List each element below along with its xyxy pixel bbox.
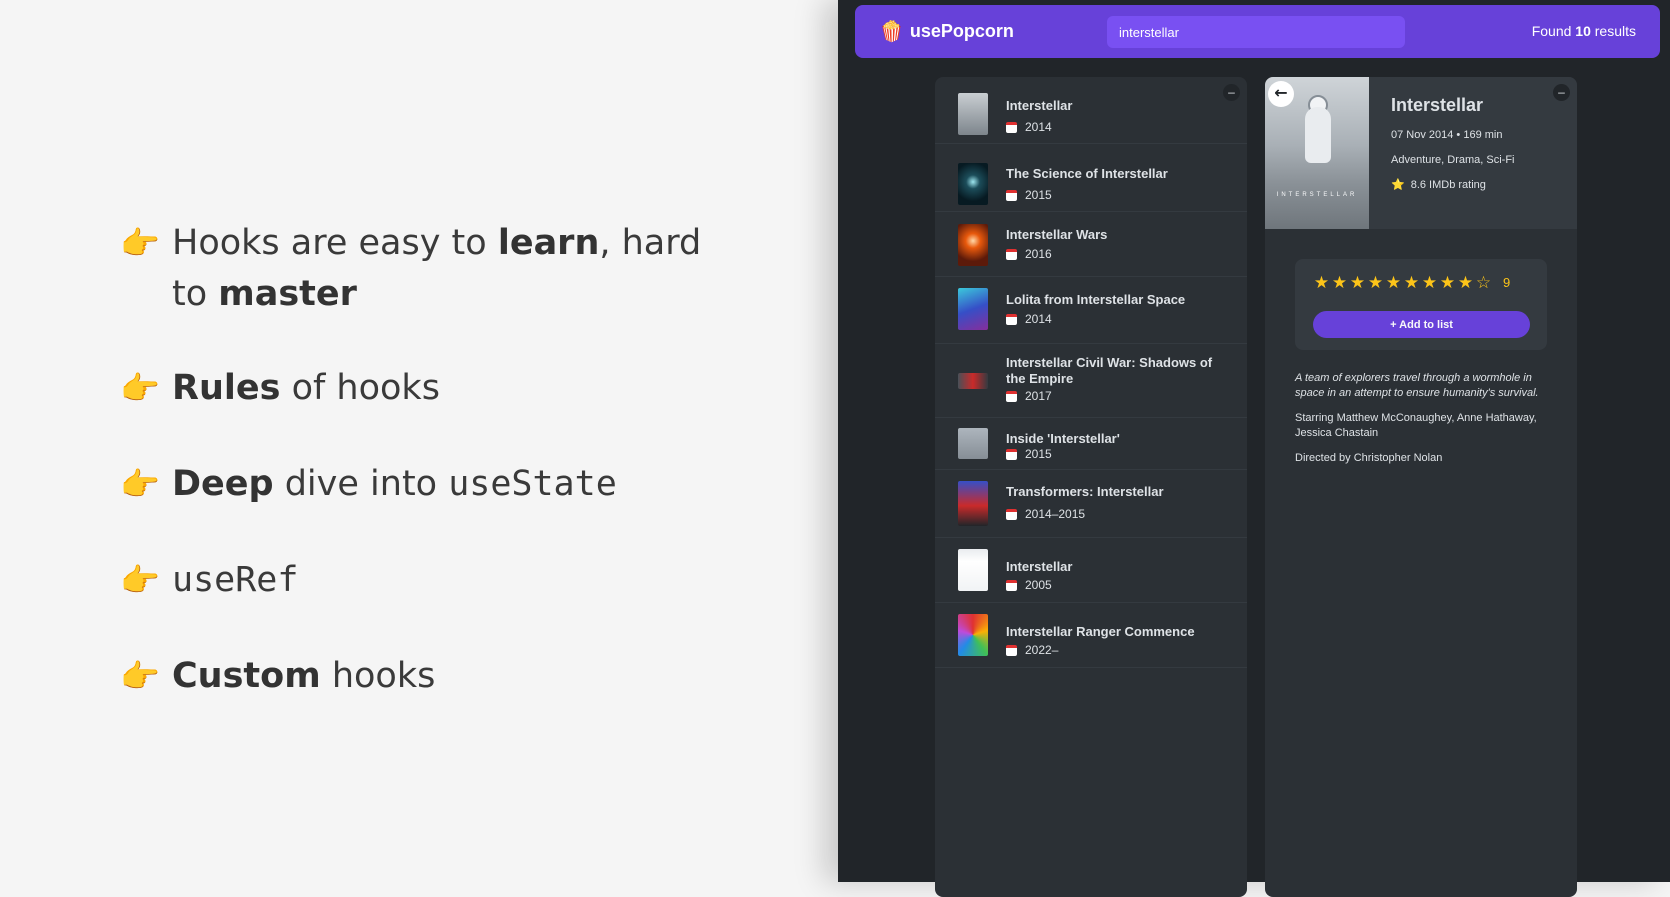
calendar-icon: [1006, 644, 1017, 656]
list-item[interactable]: Inside 'Interstellar' 2015: [935, 418, 1247, 470]
back-arrow-button[interactable]: ←: [1268, 81, 1294, 107]
star-filled-icon[interactable]: ★: [1421, 273, 1438, 293]
search-input[interactable]: [1107, 16, 1405, 48]
star-filled-icon[interactable]: ★: [1457, 273, 1474, 293]
calendar-icon: [1006, 448, 1017, 460]
list-item[interactable]: Interstellar Civil War: Shadows of the E…: [935, 344, 1247, 418]
movie-poster: [958, 614, 988, 656]
popcorn-icon: 🍿: [879, 21, 904, 43]
star-filled-icon[interactable]: ★: [1385, 273, 1402, 293]
details-header: INTERSTELLAR ← Interstellar 07 Nov 2014 …: [1265, 77, 1577, 229]
list-item[interactable]: Interstellar Ranger Commence 2022–: [935, 603, 1247, 668]
list-item[interactable]: Lolita from Interstellar Space 2014: [935, 277, 1247, 344]
usepopcorn-app: 🍿 usePopcorn Found 10 results – Interste…: [838, 0, 1670, 897]
imdb-rating: ⭐ 8.6 IMDb rating: [1391, 179, 1486, 191]
list-item[interactable]: Interstellar 2014: [935, 77, 1247, 144]
list-item[interactable]: Interstellar Wars 2016: [935, 212, 1247, 277]
bullet-useref: 👉 useRef: [120, 555, 298, 606]
pointing-hand-icon: 👉: [120, 657, 160, 695]
rating-box: ★ ★ ★ ★ ★ ★ ★ ★ ★ ☆ 9 + Add to list: [1295, 259, 1547, 350]
rating-value: 9: [1503, 275, 1511, 290]
bullet-hooks-easy: 👉 Hooks are easy to learn, hard to maste…: [120, 218, 732, 320]
genre: Adventure, Drama, Sci-Fi: [1391, 154, 1515, 166]
star-filled-icon[interactable]: ★: [1403, 273, 1420, 293]
pointing-hand-icon: 👉: [120, 224, 160, 262]
movie-title: Interstellar: [1391, 95, 1484, 115]
list-item[interactable]: Interstellar 2005: [935, 538, 1247, 603]
star-filled-icon[interactable]: ★: [1367, 273, 1384, 293]
star-rating[interactable]: ★ ★ ★ ★ ★ ★ ★ ★ ★ ☆: [1313, 273, 1492, 293]
star-empty-icon[interactable]: ☆: [1475, 273, 1492, 293]
add-to-list-button[interactable]: + Add to list: [1313, 311, 1530, 338]
star-filled-icon[interactable]: ★: [1331, 273, 1348, 293]
calendar-icon: [1006, 121, 1017, 133]
calendar-icon: [1006, 390, 1017, 402]
calendar-icon: [1006, 248, 1017, 260]
pointing-hand-icon: 👉: [120, 561, 160, 599]
list-item[interactable]: Transformers: Interstellar 2014–2015: [935, 470, 1247, 538]
calendar-icon: [1006, 508, 1017, 520]
list-item[interactable]: The Science of Interstellar 2015: [935, 144, 1247, 212]
toggle-details-button[interactable]: –: [1553, 84, 1570, 101]
starring-text: Starring Matthew McConaughey, Anne Hatha…: [1295, 412, 1537, 439]
plot-text: A team of explorers travel through a wor…: [1295, 372, 1539, 399]
calendar-icon: [1006, 313, 1017, 325]
movie-poster: [958, 288, 988, 330]
movie-details-box: – INTERSTELLAR ← Interstellar 07 Nov 201…: [1265, 77, 1577, 897]
pointing-hand-icon: 👉: [120, 369, 160, 407]
movie-poster: [958, 373, 988, 389]
bullet-deep-dive: 👉 Deep dive into useState: [120, 459, 617, 510]
slide-panel: 👉 Hooks are easy to learn, hard to maste…: [0, 0, 838, 882]
star-icon: ⭐: [1391, 179, 1405, 191]
release-runtime: 07 Nov 2014 • 169 min: [1391, 129, 1503, 141]
bullet-custom-hooks: 👉 Custom hooks: [120, 651, 435, 702]
movie-poster: [958, 428, 988, 459]
movie-poster: [958, 481, 988, 526]
pointing-hand-icon: 👉: [120, 465, 160, 503]
calendar-icon: [1006, 189, 1017, 201]
bullet-rules-of-hooks: 👉 Rules of hooks: [120, 363, 440, 414]
movie-poster: [958, 93, 988, 135]
movie-poster: [958, 163, 988, 205]
director-text: Directed by Christopher Nolan: [1295, 452, 1443, 464]
star-filled-icon[interactable]: ★: [1313, 273, 1330, 293]
logo: 🍿 usePopcorn: [879, 19, 1014, 44]
nav-bar: 🍿 usePopcorn Found 10 results: [855, 5, 1660, 58]
calendar-icon: [1006, 579, 1017, 591]
num-results: Found 10 results: [1531, 23, 1636, 39]
movie-list-box: – Interstellar 2014 The Science of Inter…: [935, 77, 1247, 897]
movie-poster: [958, 549, 988, 591]
star-filled-icon[interactable]: ★: [1439, 273, 1456, 293]
logo-text: usePopcorn: [909, 21, 1014, 41]
toggle-list-button[interactable]: –: [1223, 84, 1240, 101]
star-filled-icon[interactable]: ★: [1349, 273, 1366, 293]
movie-poster: [958, 224, 988, 266]
